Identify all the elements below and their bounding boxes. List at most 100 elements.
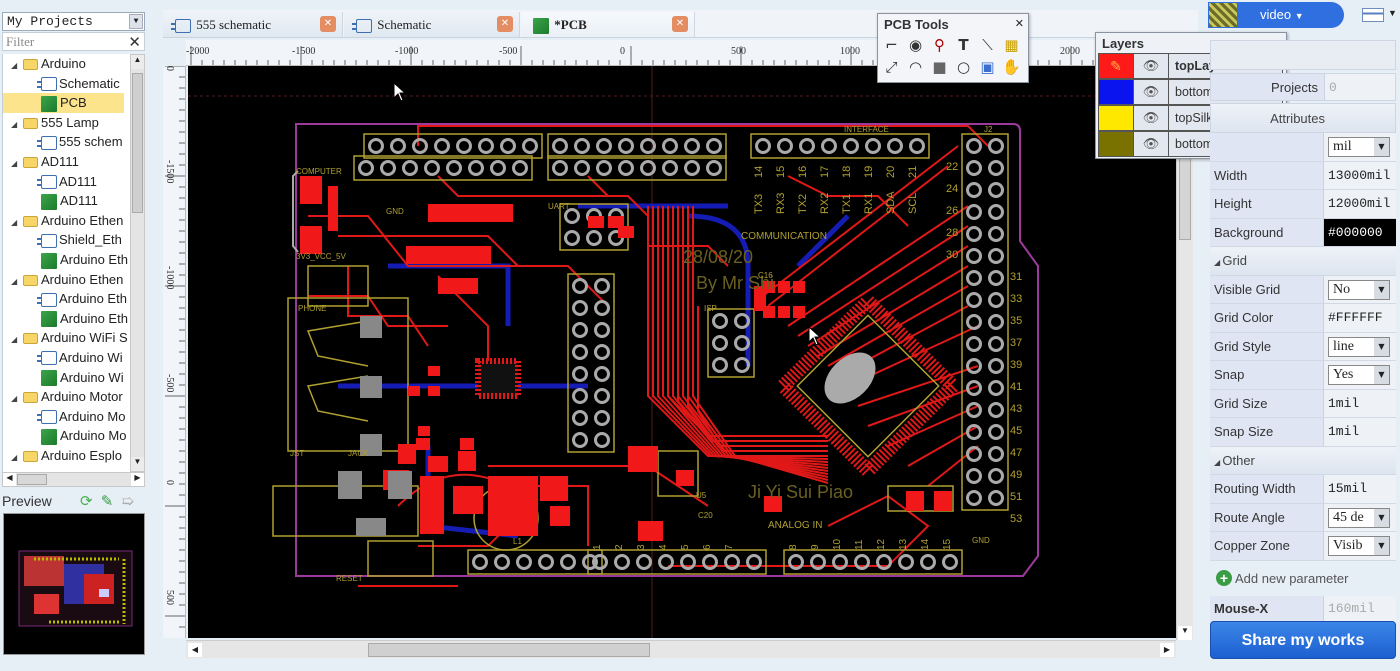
via-tool-icon[interactable]: ⚲ — [930, 36, 949, 55]
chevron-down-icon[interactable]: ▼ — [129, 14, 143, 29]
scroll-down-icon[interactable]: ▼ — [1178, 626, 1192, 640]
eye-icon[interactable]: 👁 — [1134, 132, 1169, 156]
image-tool-icon[interactable]: ▦ — [1002, 36, 1021, 55]
tree-item-schematic[interactable]: Arduino Wi — [3, 348, 130, 368]
attributes-section-header[interactable]: Attributes — [1210, 103, 1396, 133]
property-input[interactable]: #000000 — [1324, 218, 1396, 246]
tree-horizontal-scrollbar[interactable]: ◀ ▶ — [2, 472, 145, 487]
circle-tool-icon[interactable]: ○ — [954, 58, 973, 77]
tree-vertical-scrollbar[interactable]: ▲ ▼ — [130, 54, 145, 472]
chevron-down-icon[interactable]: ▼ — [1374, 366, 1389, 384]
tree-folder[interactable]: ◢ Arduino Motor — [3, 387, 130, 407]
tree-item-schematic[interactable]: 555 schem — [3, 132, 130, 152]
tab-pcb[interactable]: *PCB ✕ — [521, 12, 695, 37]
track-tool-icon[interactable]: ⌐ — [882, 36, 901, 55]
scroll-thumb[interactable] — [132, 73, 143, 213]
tree-folder[interactable]: ◢ Arduino Ethen — [3, 211, 130, 231]
scroll-left-icon[interactable]: ◀ — [188, 643, 202, 657]
chevron-down-icon[interactable]: ▼ — [1374, 337, 1389, 356]
close-icon[interactable]: ✕ — [672, 16, 688, 32]
tab-555-schematic[interactable]: 555 schematic ✕ — [163, 12, 343, 37]
tree-item-pcb[interactable]: Arduino Wi — [3, 368, 130, 388]
tree-folder[interactable]: ◢ Arduino Esplo — [3, 446, 130, 466]
tree-folder[interactable]: ◢ Arduino Ethen — [3, 270, 130, 290]
chevron-down-icon[interactable]: ▼ — [1374, 280, 1389, 299]
close-icon[interactable]: ✕ — [1015, 17, 1024, 30]
tree-item-pcb[interactable]: Arduino Mo — [3, 426, 130, 446]
property-input[interactable]: 13000mil — [1324, 161, 1396, 189]
eye-icon[interactable]: 👁 — [1134, 106, 1169, 130]
layer-color-swatch[interactable] — [1099, 106, 1134, 130]
scroll-up-icon[interactable]: ▲ — [131, 55, 144, 69]
project-selector[interactable]: My Projects ▼ — [2, 12, 145, 31]
tree-folder[interactable]: ◢ Arduino — [3, 54, 130, 74]
tree-item-schematic[interactable]: Arduino Mo — [3, 407, 130, 427]
property-input[interactable]: 1mil — [1324, 418, 1396, 446]
tree-item-label: Schematic — [59, 75, 120, 91]
property-select[interactable]: No ▼ — [1324, 275, 1396, 303]
property-select[interactable]: Visib ▼ — [1324, 532, 1396, 560]
property-select[interactable]: line ▼ — [1324, 332, 1396, 360]
pcb-canvas[interactable]: COMPUTER 3V3_VCC_5V PHONE GND UART INTERFACE C… — [188, 66, 1176, 638]
tree-item-label: Arduino Eth — [60, 251, 128, 267]
clear-filter-icon[interactable]: ✕ — [128, 33, 141, 51]
connect-tool-icon[interactable]: ⟍ — [978, 36, 997, 55]
eye-icon[interactable]: 👁 — [1134, 54, 1169, 78]
rect-tool-icon[interactable]: ■ — [930, 58, 949, 77]
property-input[interactable]: 1mil — [1324, 389, 1396, 417]
property-select[interactable]: Yes ▼ — [1324, 361, 1396, 389]
pad-tool-icon[interactable]: ◉ — [906, 36, 925, 55]
add-parameter-button[interactable]: + Add new parameter — [1216, 570, 1348, 586]
tree-item-pcb[interactable]: Arduino Eth — [3, 309, 130, 329]
layer-color-swatch[interactable] — [1099, 80, 1134, 104]
close-icon[interactable]: ✕ — [497, 16, 513, 32]
tree-folder[interactable]: ◢ Arduino WiFi S — [3, 328, 130, 348]
board-preview[interactable] — [3, 513, 145, 655]
property-section-header[interactable]: ◢ Grid — [1210, 247, 1396, 276]
scroll-thumb[interactable] — [17, 474, 47, 485]
pan-hand-icon[interactable]: ✋ — [1002, 58, 1021, 77]
tree-folder[interactable]: ◢ AD111 — [3, 152, 130, 172]
layer-color-swatch[interactable]: ✎ — [1099, 54, 1134, 78]
tree-item-schematic[interactable]: Arduino Eth — [3, 289, 130, 309]
text-tool-icon[interactable]: T — [954, 36, 973, 55]
refresh-icon[interactable]: ⟳ — [80, 493, 93, 510]
property-select[interactable]: mil ▼ — [1324, 133, 1396, 161]
property-input[interactable]: 12000mil — [1324, 190, 1396, 218]
filter-input[interactable]: Filter ✕ — [2, 32, 145, 51]
tree-item-schematic[interactable]: Shield_Eth — [3, 230, 130, 250]
tree-item-pcb[interactable]: Arduino Eth — [3, 250, 130, 270]
dimension-tool-icon[interactable]: ⤢ — [882, 58, 901, 77]
property-select[interactable]: 45 de ▼ — [1324, 503, 1396, 531]
property-section-header[interactable]: ◢ Other — [1210, 446, 1396, 475]
chevron-down-icon[interactable]: ▼ — [1374, 508, 1389, 527]
arc-tool-icon[interactable]: ◠ — [906, 58, 925, 77]
canvas-horizontal-scrollbar[interactable]: ◀ ▶ — [186, 640, 1176, 658]
property-input[interactable]: #FFFFFF — [1324, 304, 1396, 332]
chevron-down-icon[interactable]: ▼ — [1388, 8, 1397, 18]
property-input[interactable]: 15mil — [1324, 475, 1396, 503]
eye-icon[interactable]: 👁 — [1134, 80, 1169, 104]
expand-triangle-icon[interactable]: ◢ — [11, 448, 23, 468]
edit-pencil-icon[interactable]: ✎ — [101, 493, 114, 510]
close-icon[interactable]: ✕ — [320, 16, 336, 32]
layer-color-swatch[interactable] — [1099, 132, 1134, 156]
scroll-thumb[interactable] — [368, 643, 650, 657]
scroll-down-icon[interactable]: ▼ — [131, 457, 144, 471]
scroll-right-icon[interactable]: ▶ — [131, 473, 144, 486]
tab-schematic[interactable]: Schematic ✕ — [344, 12, 520, 37]
scroll-left-icon[interactable]: ◀ — [3, 473, 16, 486]
chevron-down-icon[interactable]: ▼ — [1374, 138, 1389, 156]
tree-folder[interactable]: ◢ 555 Lamp — [3, 113, 130, 133]
tree-item-schematic[interactable]: AD111 — [3, 172, 130, 192]
menu-icon[interactable] — [1362, 8, 1384, 22]
chevron-down-icon[interactable]: ▼ — [1374, 537, 1389, 555]
avatar[interactable] — [1209, 3, 1237, 27]
select-tool-icon[interactable]: ▣ — [978, 58, 997, 77]
share-my-works-button[interactable]: Share my works — [1210, 621, 1396, 659]
tree-item-pcb[interactable]: PCB — [3, 93, 124, 113]
tree-item-pcb[interactable]: AD111 — [3, 191, 130, 211]
tree-item-schematic[interactable]: Schematic — [3, 74, 130, 94]
scroll-right-icon[interactable]: ▶ — [1160, 643, 1174, 657]
share-arrow-icon[interactable]: ➯ — [122, 493, 135, 510]
